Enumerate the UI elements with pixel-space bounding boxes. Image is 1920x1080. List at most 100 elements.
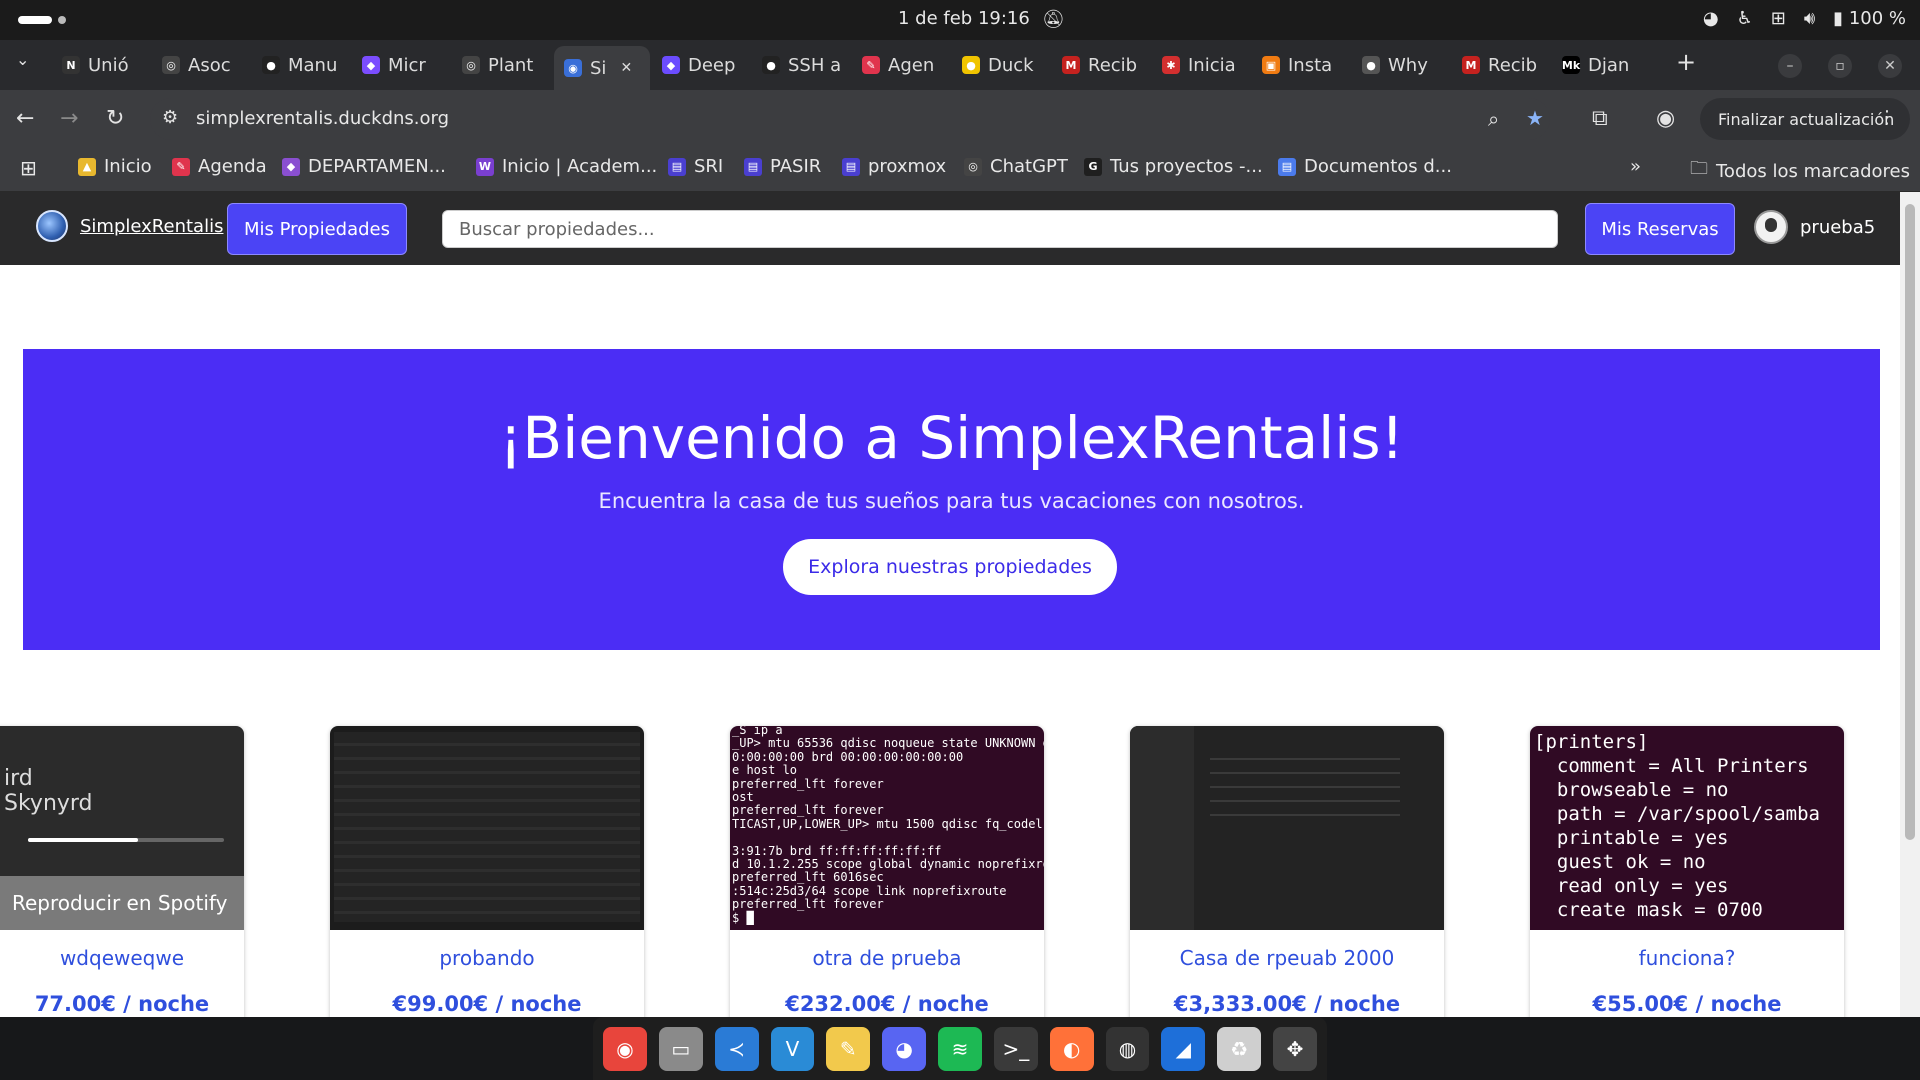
bookmark-favicon-icon: ▤ bbox=[1278, 157, 1296, 176]
property-card[interactable]: [printers] comment = All Printers browse… bbox=[1530, 726, 1844, 1026]
battery-indicator[interactable]: ▮ 100 % bbox=[1833, 8, 1906, 29]
bookmark-item[interactable]: ✎ Agenda bbox=[172, 156, 267, 177]
bookmark-item[interactable]: ▤ Documentos d... bbox=[1278, 156, 1452, 177]
page-scrollbar[interactable] bbox=[1900, 192, 1920, 1018]
browser-tab[interactable]: ◉ Si ✕ bbox=[554, 46, 650, 90]
more-bookmarks-icon[interactable]: » bbox=[1630, 156, 1641, 177]
property-title[interactable]: probando bbox=[330, 946, 644, 970]
forward-arrow-icon[interactable]: → bbox=[60, 106, 78, 131]
site-info-icon[interactable]: ⚙ bbox=[162, 107, 178, 128]
files-dock-icon[interactable]: ▭ bbox=[658, 1026, 703, 1071]
bookmark-item[interactable]: ▤ proxmox bbox=[842, 156, 946, 177]
brand-link[interactable]: SimplexRentalis bbox=[36, 210, 223, 242]
scrollbar-thumb[interactable] bbox=[1905, 204, 1915, 840]
browser-tab[interactable]: Mk Djan bbox=[1552, 47, 1648, 83]
property-card[interactable]: ird Skynyrd Reproducir en Spotify wdqewe… bbox=[0, 726, 244, 1026]
bookmark-favicon-icon: ▤ bbox=[668, 157, 686, 176]
minimize-button[interactable]: – bbox=[1778, 54, 1802, 78]
update-button[interactable]: Finalizar actualización ⋮ bbox=[1700, 98, 1910, 140]
apps-dock-icon[interactable]: ✥ bbox=[1273, 1026, 1317, 1071]
search-properties-input[interactable] bbox=[442, 210, 1558, 248]
close-tab-icon[interactable]: ✕ bbox=[620, 60, 632, 76]
browser-tab[interactable]: ● Manu bbox=[252, 47, 348, 83]
chrome-dock-icon[interactable]: ◉ bbox=[603, 1026, 647, 1071]
maximize-button[interactable]: ▫ bbox=[1828, 54, 1852, 78]
extensions-icon[interactable]: ⧉ bbox=[1592, 106, 1608, 131]
reload-icon[interactable]: ↻ bbox=[106, 106, 124, 131]
property-image bbox=[1130, 726, 1444, 930]
bookmark-item[interactable]: W Inicio | Academ... bbox=[476, 156, 657, 177]
notes-dock-icon[interactable]: ✎ bbox=[826, 1026, 871, 1071]
menu-dots-icon[interactable]: ⋮ bbox=[1878, 107, 1896, 128]
bookmark-favicon-icon: ▤ bbox=[842, 157, 860, 176]
browser-tab[interactable]: ▣ Insta bbox=[1252, 47, 1348, 83]
browser-tab[interactable]: ● Why bbox=[1352, 47, 1448, 83]
apps-grid-icon[interactable]: ⊞ bbox=[20, 156, 37, 180]
my-bookings-button[interactable]: Mis Reservas bbox=[1585, 203, 1735, 255]
terminal-dock-icon[interactable]: >_ bbox=[993, 1026, 1038, 1071]
property-card[interactable]: _S ip a _UP> mtu 65536 qdisc noqueue sta… bbox=[730, 726, 1044, 1026]
bookmark-label: Documentos d... bbox=[1304, 156, 1452, 177]
all-bookmarks-folder[interactable]: 🗀 Todos los marcadores bbox=[1690, 156, 1910, 186]
browser-tab[interactable]: ✎ Agen bbox=[852, 47, 948, 83]
folder-icon: 🗀 bbox=[1690, 158, 1708, 179]
tab-favicon-icon: ◆ bbox=[662, 56, 680, 74]
browser-tab[interactable]: ◆ Deep bbox=[652, 47, 748, 83]
obs-dock-icon[interactable]: ◍ bbox=[1105, 1026, 1150, 1071]
property-card[interactable]: probando €99.00€ / noche bbox=[330, 726, 644, 1026]
system-tray[interactable]: ◕ ♿︎ ⊞ 🔊︎ ▮ 100 % bbox=[1703, 8, 1906, 29]
explore-properties-button[interactable]: Explora nuestras propiedades bbox=[783, 539, 1117, 595]
discord-dock-icon[interactable]: ◕ bbox=[882, 1026, 927, 1071]
back-arrow-icon[interactable]: ← bbox=[16, 106, 34, 131]
username: prueba5 bbox=[1800, 216, 1876, 238]
browser-tab[interactable]: ● Duck bbox=[952, 47, 1048, 83]
property-title[interactable]: funciona? bbox=[1530, 946, 1844, 970]
firefox-dock-icon[interactable]: ◐ bbox=[1049, 1026, 1094, 1071]
spotify-dock-icon[interactable]: ≋ bbox=[938, 1026, 982, 1071]
profile-icon[interactable]: ◉ bbox=[1656, 106, 1675, 131]
tab-label: Manu bbox=[288, 54, 338, 76]
activities-indicator[interactable] bbox=[18, 16, 52, 24]
bookmark-star-icon[interactable]: ★ bbox=[1526, 106, 1544, 130]
property-card[interactable]: Casa de rpeuab 2000 €3,333.00€ / noche bbox=[1130, 726, 1444, 1026]
network-icon[interactable]: ⊞ bbox=[1771, 8, 1786, 29]
bookmark-item[interactable]: ▤ SRI bbox=[668, 156, 723, 177]
browser-tab[interactable]: ✱ Inicia bbox=[1152, 47, 1248, 83]
tab-favicon-icon: ● bbox=[762, 56, 780, 74]
bookmark-item[interactable]: ◆ DEPARTAMEN... bbox=[282, 156, 446, 177]
user-menu[interactable]: prueba5 bbox=[1754, 210, 1875, 244]
tab-search-chevron-icon[interactable]: ⌄ bbox=[16, 50, 29, 69]
property-title[interactable]: otra de prueba bbox=[730, 946, 1044, 970]
bookmark-item[interactable]: ▲ Inicio bbox=[78, 156, 152, 177]
address-bar[interactable]: ⚙ simplexrentalis.duckdns.org ⌕ ★ bbox=[150, 98, 1550, 140]
discord-tray-icon[interactable]: ◕ bbox=[1703, 8, 1719, 29]
vscode-dock-icon[interactable]: ≺ bbox=[714, 1026, 759, 1071]
bookmark-item[interactable]: G Tus proyectos -... bbox=[1084, 156, 1263, 177]
browser-tab[interactable]: ◆ Micr bbox=[352, 47, 448, 83]
all-bookmarks-label: Todos los marcadores bbox=[1716, 160, 1910, 182]
my-properties-button[interactable]: Mis Propiedades bbox=[227, 203, 407, 255]
tab-label: Unió bbox=[88, 54, 129, 76]
browser-tab[interactable]: N Unió bbox=[52, 47, 148, 83]
browser-tab[interactable]: ◎ Asoc bbox=[152, 47, 248, 83]
volume-icon[interactable]: 🔊︎ bbox=[1804, 8, 1815, 29]
accessibility-icon[interactable]: ♿︎ bbox=[1737, 8, 1753, 29]
image-terminal-text: _S ip a _UP> mtu 65536 qdisc noqueue sta… bbox=[732, 726, 1044, 925]
trash-dock-icon[interactable]: ♻ bbox=[1217, 1026, 1262, 1071]
new-tab-button[interactable]: + bbox=[1676, 48, 1696, 76]
system-clock[interactable]: 1 de feb 19:16 bbox=[898, 8, 1030, 29]
property-title[interactable]: Casa de rpeuab 2000 bbox=[1130, 946, 1444, 970]
wireshark-dock-icon[interactable]: ◢ bbox=[1161, 1026, 1206, 1071]
close-window-button[interactable]: ✕ bbox=[1878, 54, 1902, 78]
property-title[interactable]: wdqeweqwe bbox=[0, 946, 244, 970]
bookmark-item[interactable]: ◎ ChatGPT bbox=[964, 156, 1068, 177]
browser-tab[interactable]: M Recib bbox=[1452, 47, 1548, 83]
brand-name: SimplexRentalis bbox=[80, 215, 224, 237]
browser-tab[interactable]: M Recib bbox=[1052, 47, 1148, 83]
zoom-icon[interactable]: ⌕ bbox=[1488, 107, 1499, 131]
browser-tab[interactable]: ◎ Plant bbox=[452, 47, 548, 83]
tab-favicon-icon: M bbox=[1062, 56, 1080, 74]
bookmark-item[interactable]: ▤ PASIR bbox=[744, 156, 821, 177]
browser-tab[interactable]: ● SSH a bbox=[752, 47, 848, 83]
editor-dock-icon[interactable]: V bbox=[770, 1026, 815, 1071]
